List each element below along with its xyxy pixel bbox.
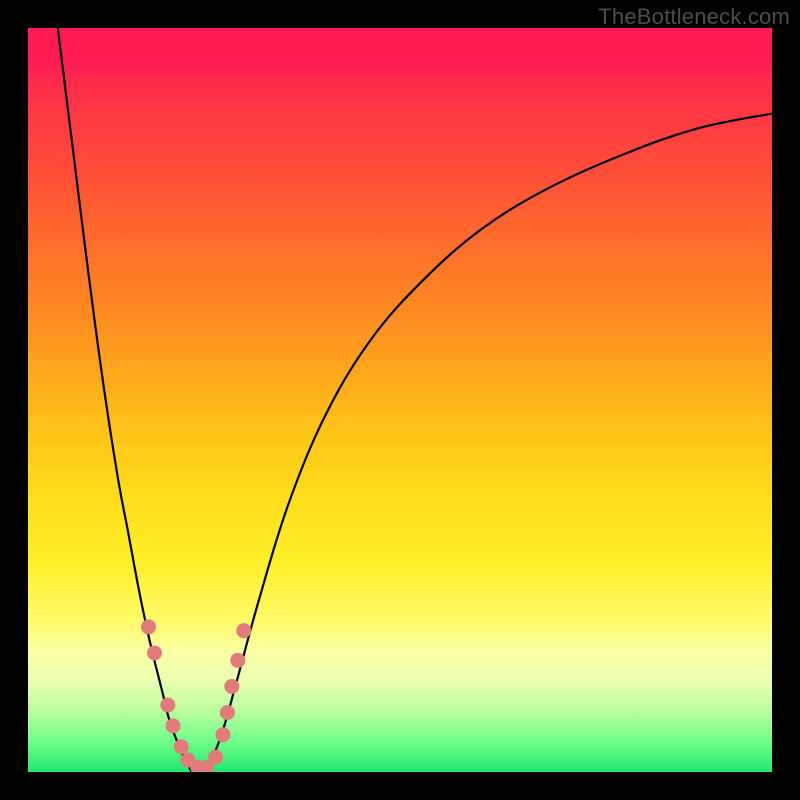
chart-frame: TheBottleneck.com (0, 0, 800, 800)
dot (215, 727, 230, 742)
dot (174, 739, 189, 754)
right-curve (207, 114, 772, 772)
dot (147, 645, 162, 660)
dot (141, 619, 156, 634)
curves-svg (28, 28, 772, 772)
plot-area (28, 28, 772, 772)
dot (230, 653, 245, 668)
dot (208, 750, 223, 765)
dot (236, 623, 251, 638)
dot (220, 705, 235, 720)
watermark-text: TheBottleneck.com (598, 4, 790, 30)
dot (160, 698, 175, 713)
left-curve (58, 28, 192, 772)
dot (166, 718, 181, 733)
highlight-dots (141, 619, 251, 772)
dot (224, 679, 239, 694)
